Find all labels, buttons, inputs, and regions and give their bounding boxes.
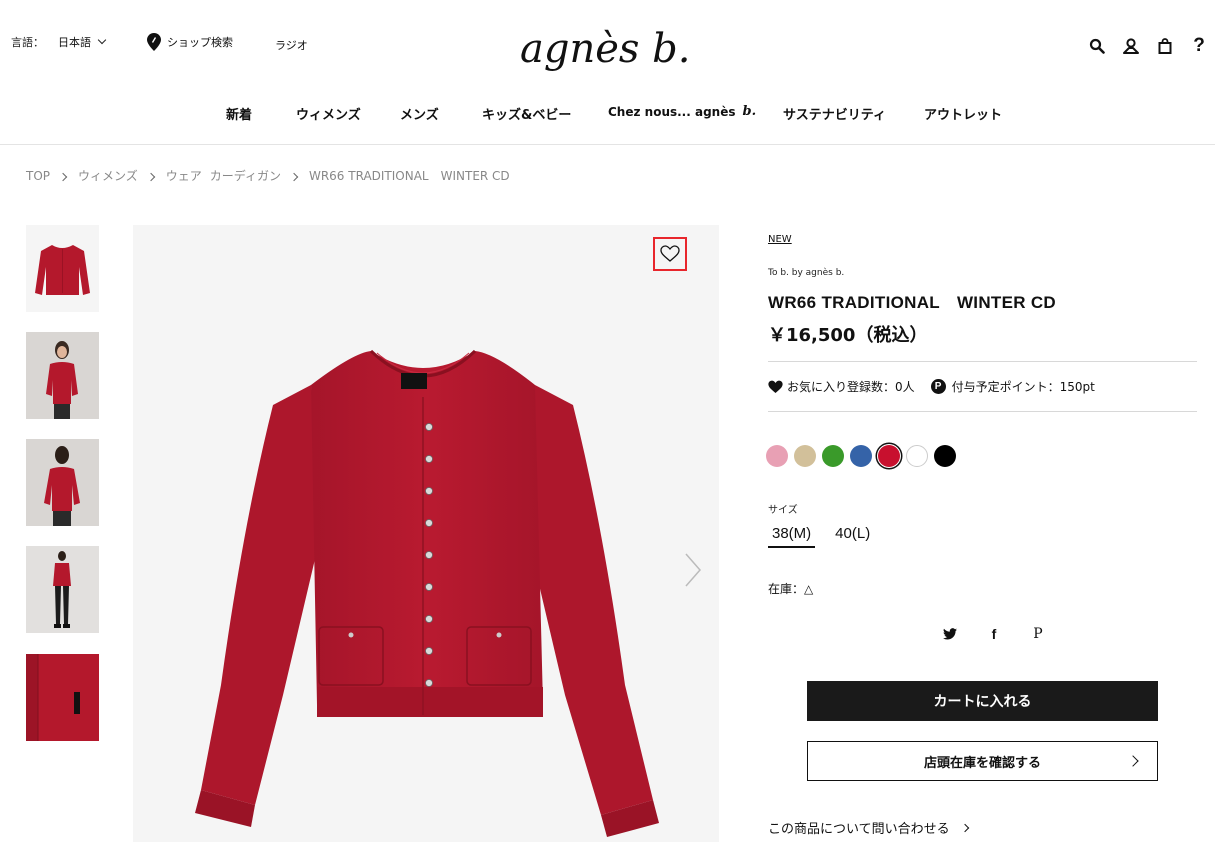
account-icon[interactable]: [1114, 35, 1148, 57]
nav-item-sustainability[interactable]: サステナビリティ: [783, 104, 886, 123]
thumbnail-model-full[interactable]: [26, 546, 99, 633]
language-dropdown[interactable]: 日本語: [58, 34, 107, 50]
check-store-stock-label: 店頭在庫を確認する: [923, 755, 1041, 771]
chevron-right-icon: [58, 172, 68, 181]
divider: [768, 361, 1197, 362]
product-inquiry-link[interactable]: この商品について問い合わせる: [768, 818, 969, 837]
next-image-arrow-icon[interactable]: [680, 552, 704, 588]
chevron-right-icon: [289, 172, 299, 181]
chez-nous-label: Chez nous... agnès: [608, 104, 736, 119]
size-options: 38(M) 40(L): [768, 525, 890, 548]
size-option-40l[interactable]: 40(L): [831, 525, 874, 548]
language-value: 日本語: [58, 36, 91, 49]
chevron-right-icon: [146, 172, 156, 181]
product-title: WR66 TRADITIONAL WINTER CD: [768, 293, 1056, 312]
cardigan-illustration: [195, 349, 659, 837]
size-label: サイズ: [768, 505, 798, 516]
agnes-b-logo[interactable]: agnès b.: [518, 20, 708, 82]
breadcrumb-item[interactable]: ウェア: [166, 167, 202, 184]
thumbnail-detail[interactable]: [26, 654, 99, 741]
breadcrumb: TOP ウィメンズ ウェア カーディガン WR66 TRADITIONAL WI…: [26, 167, 510, 184]
points-text: 付与予定ポイント：150pt: [951, 380, 1095, 394]
breadcrumb-item[interactable]: ウィメンズ: [78, 167, 138, 184]
breadcrumb-current: WR66 TRADITIONAL WINTER CD: [308, 169, 510, 183]
nav-item-womens[interactable]: ウィメンズ: [296, 104, 361, 123]
language-selector[interactable]: 言語： 日本語: [11, 34, 107, 50]
divider: [768, 411, 1197, 412]
size-option-38m[interactable]: 38(M): [768, 525, 816, 548]
map-pin-icon: [147, 33, 161, 51]
thumbnail-model-front[interactable]: [26, 332, 99, 419]
header-divider: [0, 144, 1215, 145]
main-product-image: [133, 225, 719, 842]
chevron-right-icon: [960, 823, 969, 833]
stock-status: 在庫：△: [768, 582, 814, 596]
facebook-icon[interactable]: f: [972, 624, 1016, 644]
chevron-right-icon: [1127, 755, 1139, 767]
help-icon[interactable]: ?: [1182, 35, 1215, 57]
color-swatch-blue[interactable]: [850, 445, 872, 467]
favorite-button[interactable]: [653, 237, 687, 271]
points-icon: P: [930, 379, 946, 394]
shop-search-link[interactable]: ショップ検索: [147, 33, 233, 51]
favorites-count: お気に入り登録数：0人: [787, 380, 915, 394]
color-swatches: [766, 445, 962, 467]
pinterest-icon[interactable]: P: [1016, 624, 1060, 644]
nav-item-chez-nous[interactable]: Chez nous... agnès b.: [608, 104, 756, 119]
check-store-stock-button[interactable]: 店頭在庫を確認する: [807, 741, 1158, 781]
color-swatch-white[interactable]: [906, 445, 928, 467]
inquiry-label: この商品について問い合わせる: [768, 822, 950, 837]
heart-filled-icon: [768, 380, 783, 393]
chevron-down-icon: [97, 35, 107, 45]
bag-icon[interactable]: [1148, 35, 1182, 57]
color-swatch-green[interactable]: [822, 445, 844, 467]
product-meta: お気に入り登録数：0人 P 付与予定ポイント：150pt: [768, 378, 1095, 395]
thumbnail-front[interactable]: [26, 225, 99, 312]
language-label: 言語：: [11, 36, 44, 49]
twitter-icon[interactable]: [928, 624, 972, 644]
breadcrumb-item[interactable]: TOP: [26, 169, 50, 183]
product-price: ￥16,500（税込）: [768, 325, 928, 346]
heart-outline-icon: [660, 245, 680, 262]
nav-item-new[interactable]: 新着: [226, 104, 252, 123]
nav-item-outlet[interactable]: アウトレット: [924, 104, 1002, 123]
add-to-cart-button[interactable]: カートに入れる: [807, 681, 1158, 721]
social-share: f P: [928, 624, 1060, 644]
logo-text: agnès b.: [520, 26, 690, 72]
brand-name: To b. by agnès b.: [768, 268, 845, 278]
color-swatch-beige[interactable]: [794, 445, 816, 467]
color-swatch-pink[interactable]: [766, 445, 788, 467]
new-badge: NEW: [768, 234, 792, 245]
nav-item-mens[interactable]: メンズ: [400, 104, 439, 123]
breadcrumb-item[interactable]: カーディガン: [210, 167, 281, 184]
color-swatch-red-selected[interactable]: [878, 445, 900, 467]
nav-item-kids-baby[interactable]: キッズ&ベビー: [482, 104, 571, 123]
search-icon[interactable]: [1080, 35, 1114, 57]
b-logo-mark: b.: [742, 104, 757, 119]
thumbnail-model-back[interactable]: [26, 439, 99, 526]
radio-link[interactable]: ラジオ: [275, 37, 308, 53]
color-swatch-black[interactable]: [934, 445, 956, 467]
shop-search-label: ショップ検索: [167, 36, 233, 49]
